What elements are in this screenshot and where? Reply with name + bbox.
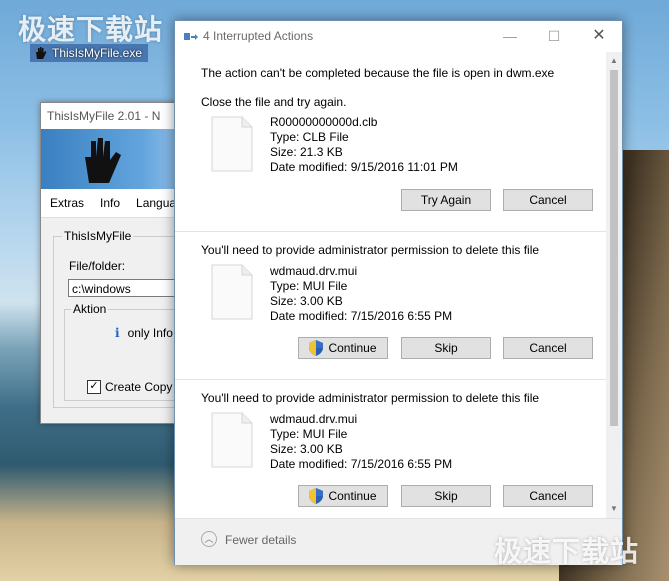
cancel-button[interactable]: Cancel [503,189,593,211]
file-name: wdmaud.drv.mui [270,264,358,278]
menu-extras[interactable]: Extras [50,196,84,210]
uac-shield-icon [309,340,324,356]
file-details: wdmaud.drv.mui Type: MUI File Size: 3.00… [270,412,452,472]
file-date: Date modified: 7/15/2016 6:55 PM [270,309,453,323]
vertical-scrollbar[interactable]: ▲ ▼ [606,52,622,518]
try-again-label: Try Again [420,193,472,207]
file-type: Type: MUI File [270,427,348,441]
info-option-label: only Info [127,326,173,340]
file-size: Size: 21.3 KB [270,145,343,159]
fewer-details-link[interactable]: Fewer details [225,533,296,547]
section-message: You'll need to provide administrator per… [201,243,540,257]
file-details: R00000000000d.clb Type: CLB File Size: 2… [270,115,458,175]
info-icon: i [115,326,120,340]
aktion-label: Aktion [71,302,109,316]
file-name: R00000000000d.clb [270,115,378,129]
scroll-down-icon[interactable]: ▼ [606,502,622,516]
cancel-label: Cancel [529,489,567,503]
file-type: Type: MUI File [270,279,348,293]
file-type: Type: CLB File [270,130,349,144]
file-icon [211,264,253,320]
close-button[interactable]: ✕ [589,26,609,46]
section-message: The action can't be completed because th… [201,66,555,80]
info-option[interactable]: i only Info [115,326,173,340]
desktop-shortcut[interactable]: ThisIsMyFile.exe [30,44,149,62]
continue-button[interactable]: Continue [298,485,388,507]
uac-shield-icon [309,488,324,504]
chevron-up-icon[interactable]: ︿ [201,531,217,547]
desktop-shortcut-label: ThisIsMyFile.exe [52,46,143,60]
try-again-button[interactable]: Try Again [401,189,491,211]
skip-label: Skip [434,489,458,503]
dialog-titlebar: 4 Interrupted Actions — ☐ ✕ [175,21,622,52]
file-date: Date modified: 7/15/2016 6:55 PM [270,457,453,471]
file-size: Size: 3.00 KB [270,294,343,308]
continue-label: Continue [328,489,377,503]
action-section-2: You'll need to provide administrator per… [175,231,606,380]
cancel-label: Cancel [529,341,567,355]
file-date: Date modified: 9/15/2016 11:01 PM [270,160,458,174]
checkmark-icon: ✓ [87,380,101,394]
cancel-button[interactable]: Cancel [503,485,593,507]
create-copy-label: Create Copy [105,380,173,394]
skip-label: Skip [434,341,458,355]
file-name: wdmaud.drv.mui [270,412,358,426]
minimize-button[interactable]: — [500,26,520,46]
maximize-button[interactable]: ☐ [544,26,564,46]
skip-button[interactable]: Skip [401,337,491,359]
create-copy-checkbox[interactable]: ✓ Create Copy [87,380,172,394]
file-folder-label: File/folder: [69,259,126,273]
group-label: ThisIsMyFile [62,229,134,243]
menu-info[interactable]: Info [100,196,120,210]
file-details: wdmaud.drv.mui Type: MUI File Size: 3.00… [270,264,452,324]
file-icon [211,116,253,172]
cancel-label: Cancel [529,193,567,207]
continue-label: Continue [328,341,377,355]
interrupted-actions-dialog[interactable]: 4 Interrupted Actions — ☐ ✕ The action c… [174,20,623,565]
skip-button[interactable]: Skip [401,485,491,507]
hand-icon [36,47,47,59]
cancel-button[interactable]: Cancel [503,337,593,359]
scroll-thumb[interactable] [610,70,618,426]
action-section-3: You'll need to provide administrator per… [175,379,606,519]
watermark-top: 极速下载站 [18,13,164,46]
file-icon [211,412,253,468]
hand-logo-icon [85,138,121,183]
continue-button[interactable]: Continue [298,337,388,359]
scroll-up-icon[interactable]: ▲ [606,54,622,68]
file-size: Size: 3.00 KB [270,442,343,456]
file-operation-icon [184,33,198,40]
section-message: You'll need to provide administrator per… [201,391,540,405]
watermark-bottom: 极速下载站 [494,535,640,568]
section-message: Close the file and try again. [201,95,347,109]
dialog-title: 4 Interrupted Actions [203,29,314,43]
action-section-1: The action can't be completed because th… [175,52,606,231]
